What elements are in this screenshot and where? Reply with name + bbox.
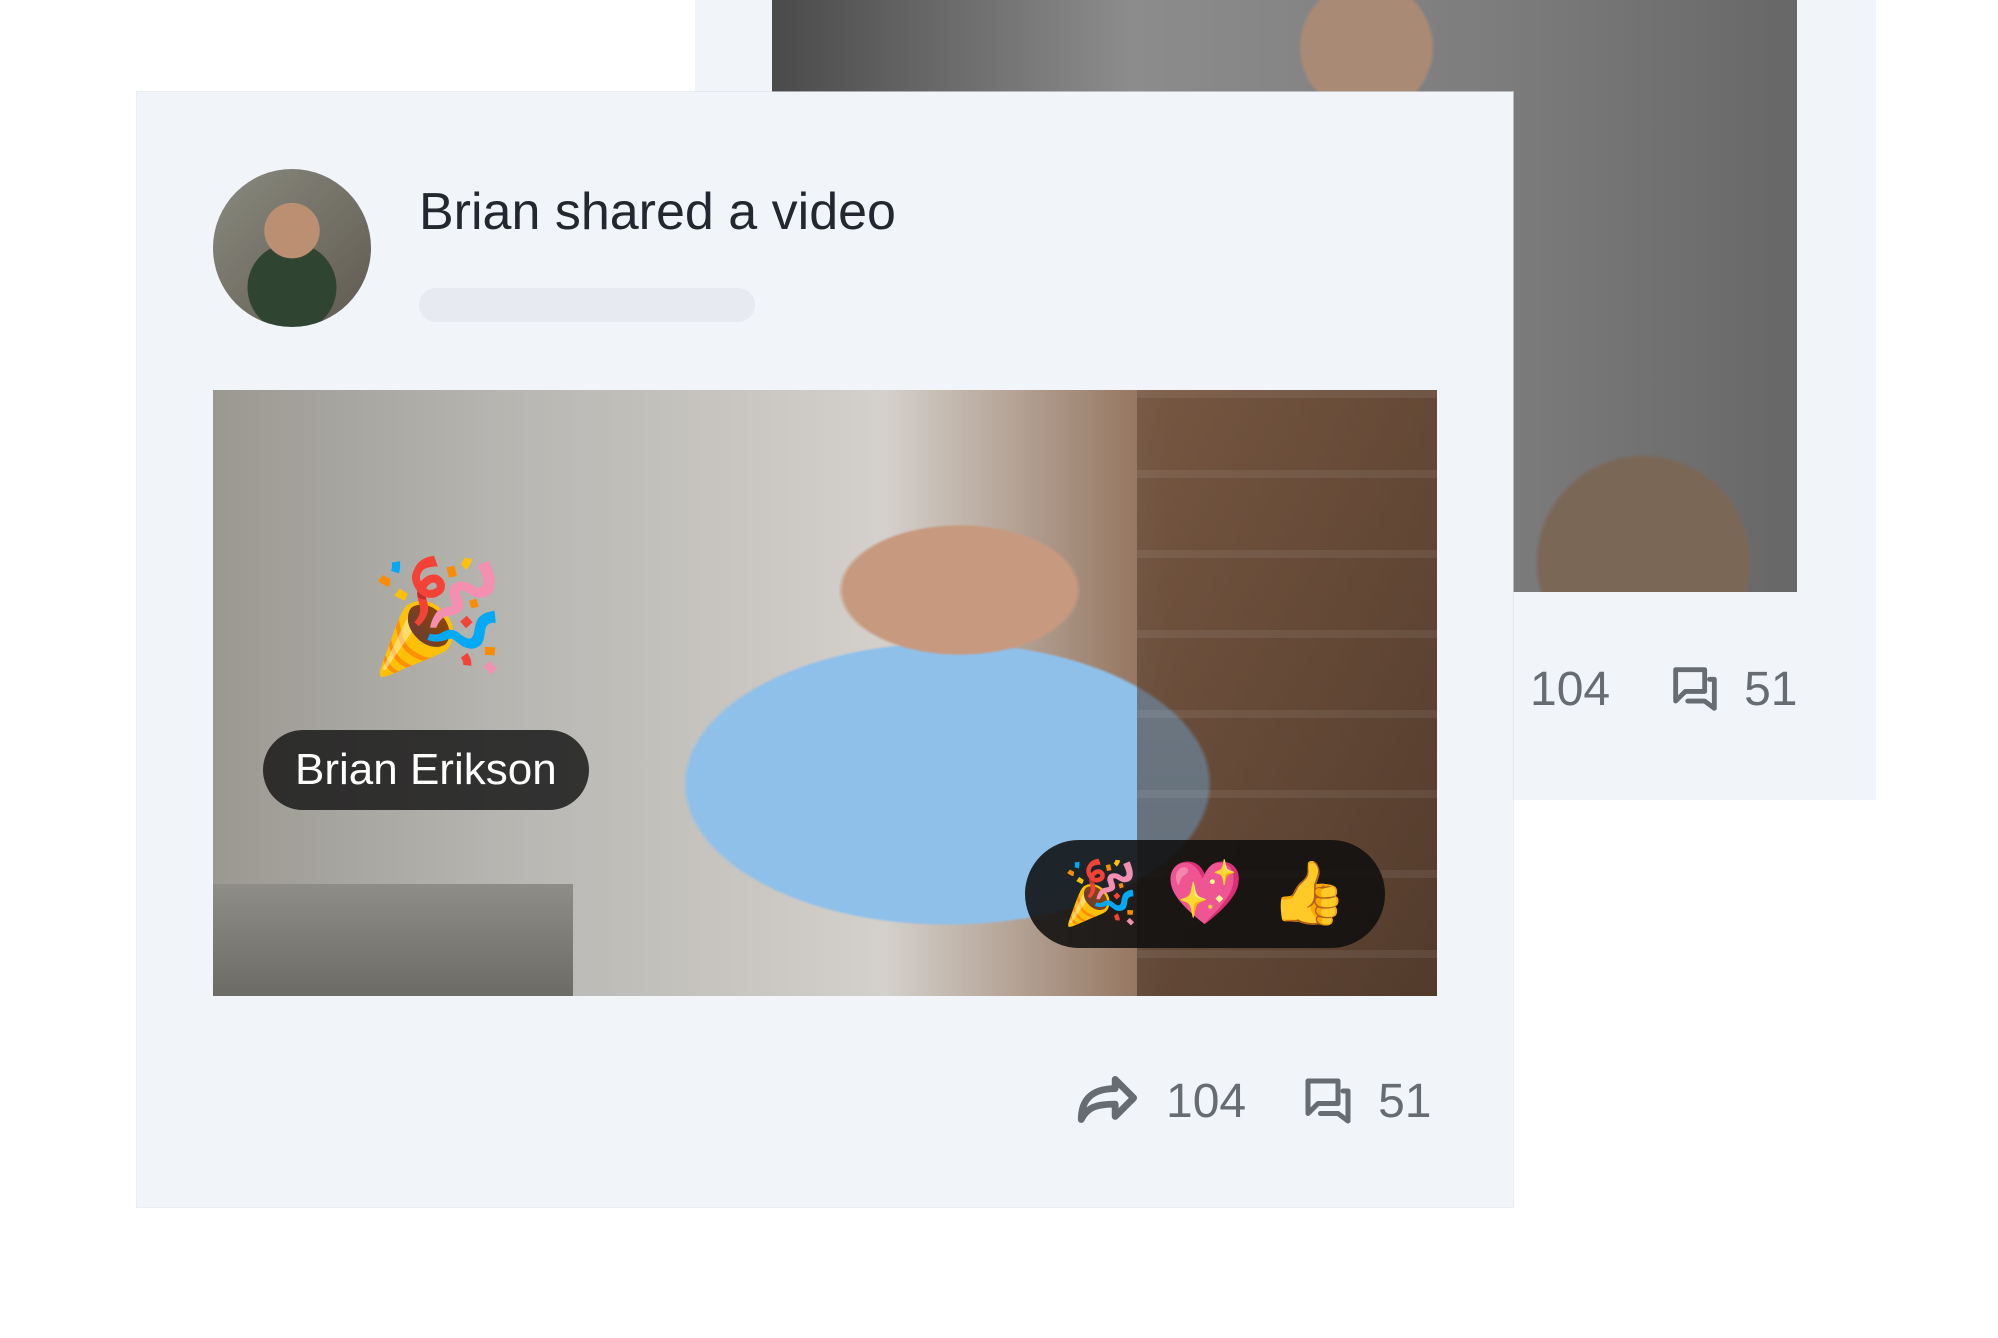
speaker-name-tag: Brian Erikson xyxy=(263,730,589,810)
share-count: 104 xyxy=(1166,1074,1247,1128)
background-sofa xyxy=(213,884,573,996)
reaction-party-button[interactable]: 🎉 xyxy=(1062,863,1139,925)
front-post-card: Brian shared a video 🎉 Brian Erikson 🎉 💖… xyxy=(137,92,1513,1207)
back-comment-button[interactable]: 51 xyxy=(1666,660,1797,718)
comment-icon xyxy=(1666,660,1724,718)
post-stats: 104 51 xyxy=(1072,1064,1431,1138)
title-skeleton xyxy=(419,288,755,322)
reaction-bar: 🎉 💖 👍 xyxy=(1025,840,1385,948)
reaction-heart-button[interactable]: 💖 xyxy=(1166,863,1243,925)
reaction-thumbs-up-button[interactable]: 👍 xyxy=(1270,863,1347,925)
share-button[interactable]: 104 xyxy=(1072,1064,1246,1138)
back-share-count[interactable]: 104 xyxy=(1530,662,1610,717)
video-player[interactable]: 🎉 Brian Erikson 🎉 💖 👍 xyxy=(213,390,1437,996)
comment-icon xyxy=(1298,1071,1358,1131)
comment-count: 51 xyxy=(1378,1074,1432,1128)
share-icon xyxy=(1072,1064,1146,1138)
back-comment-count: 51 xyxy=(1744,662,1798,716)
speaker-name: Brian Erikson xyxy=(295,745,557,794)
comment-button[interactable]: 51 xyxy=(1298,1071,1431,1131)
back-post-stats: 104 51 xyxy=(1530,660,1797,718)
post-title: Brian shared a video xyxy=(419,183,896,241)
party-popper-overlay: 🎉 xyxy=(369,555,506,678)
avatar[interactable] xyxy=(213,169,371,327)
back-share-count-label: 104 xyxy=(1530,662,1611,716)
